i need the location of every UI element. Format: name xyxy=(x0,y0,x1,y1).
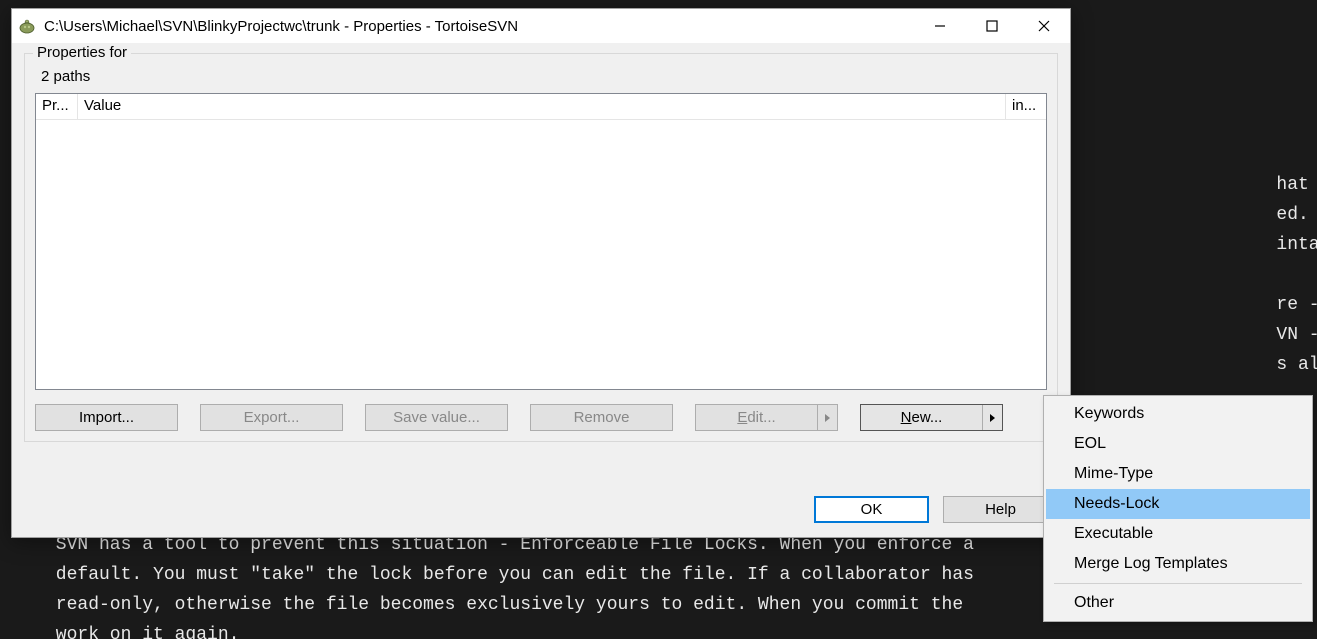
menu-item-executable[interactable]: Executable xyxy=(1046,519,1310,549)
column-value[interactable]: Value xyxy=(78,94,1006,119)
menu-item-keywords[interactable]: Keywords xyxy=(1046,399,1310,429)
export-button: Export... xyxy=(200,404,343,431)
new-button[interactable]: New... xyxy=(860,404,1003,431)
close-button[interactable] xyxy=(1018,9,1070,43)
properties-for-group: Properties for 2 paths Pr... Value in...… xyxy=(24,53,1058,442)
properties-list[interactable]: Pr... Value in... xyxy=(35,93,1047,390)
new-dropdown-icon[interactable] xyxy=(982,405,1002,430)
edit-dropdown-icon xyxy=(817,405,837,430)
list-header[interactable]: Pr... Value in... xyxy=(36,94,1046,120)
help-button[interactable]: Help xyxy=(943,496,1058,523)
action-button-row: Import... Export... Save value... Remove… xyxy=(35,404,1047,431)
save-value-button: Save value... xyxy=(365,404,508,431)
remove-button: Remove xyxy=(530,404,673,431)
edit-button-label: Edit... xyxy=(737,409,775,426)
titlebar[interactable]: C:\Users\Michael\SVN\BlinkyProjectwc\tru… xyxy=(12,9,1070,43)
menu-item-needs-lock[interactable]: Needs-Lock xyxy=(1046,489,1310,519)
properties-dialog: C:\Users\Michael\SVN\BlinkyProjectwc\tru… xyxy=(11,8,1071,538)
column-property[interactable]: Pr... xyxy=(36,94,78,119)
minimize-button[interactable] xyxy=(914,9,966,43)
list-body[interactable] xyxy=(36,120,1046,389)
maximize-button[interactable] xyxy=(966,9,1018,43)
menu-separator xyxy=(1054,583,1302,584)
new-button-label: New... xyxy=(901,409,943,426)
edit-button: Edit... xyxy=(695,404,838,431)
window-title: C:\Users\Michael\SVN\BlinkyProjectwc\tru… xyxy=(44,18,914,35)
window-controls xyxy=(914,9,1070,43)
column-inherited[interactable]: in... xyxy=(1006,94,1046,119)
import-button[interactable]: Import... xyxy=(35,404,178,431)
menu-item-merge-log-templates[interactable]: Merge Log Templates xyxy=(1046,549,1310,579)
paths-count-label: 2 paths xyxy=(41,68,1047,85)
menu-item-mime-type[interactable]: Mime-Type xyxy=(1046,459,1310,489)
client-area: Properties for 2 paths Pr... Value in...… xyxy=(12,43,1070,537)
ok-button[interactable]: OK xyxy=(814,496,929,523)
dialog-button-row: OK Help xyxy=(24,496,1058,523)
new-property-menu: KeywordsEOLMime-TypeNeeds-LockExecutable… xyxy=(1043,395,1313,622)
tortoisesvn-icon xyxy=(18,17,36,35)
menu-item-eol[interactable]: EOL xyxy=(1046,429,1310,459)
menu-item-other[interactable]: Other xyxy=(1046,588,1310,618)
group-legend: Properties for xyxy=(33,44,131,61)
